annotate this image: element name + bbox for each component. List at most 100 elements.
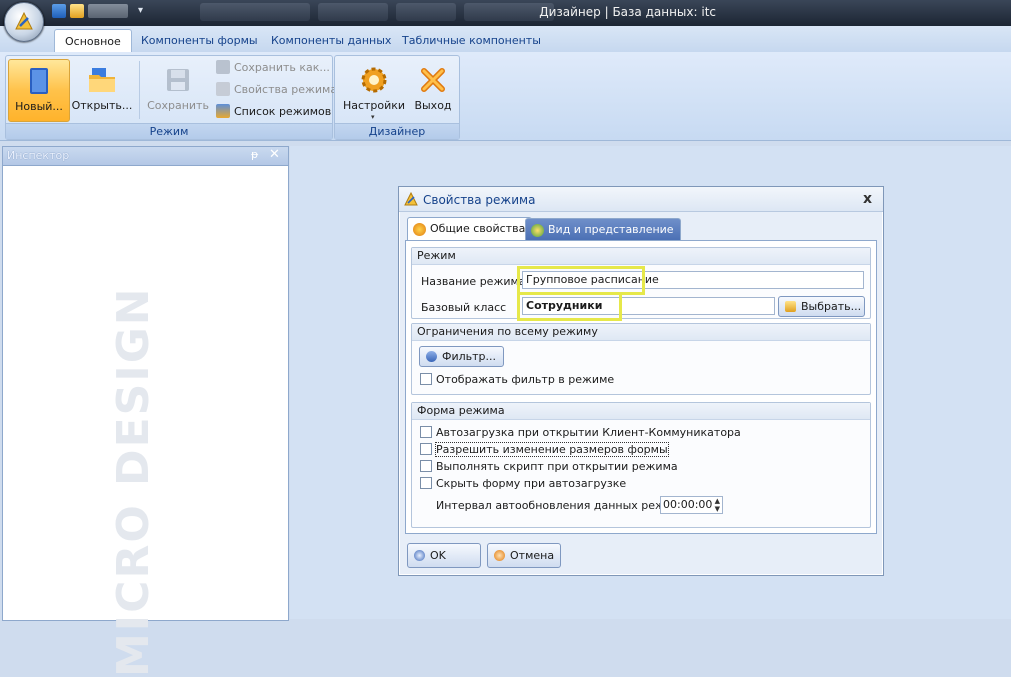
mode-list-button[interactable]: Список режимов bbox=[216, 103, 331, 121]
base-class-label: Базовый класс bbox=[421, 301, 507, 314]
group-designer-label: Дизайнер bbox=[335, 123, 459, 139]
inspector-title: Инспектор bbox=[7, 149, 70, 162]
mode-list-icon bbox=[216, 104, 230, 118]
settings-button[interactable]: Настройки ▾ bbox=[339, 59, 409, 121]
tab-general-properties[interactable]: Общие свойства bbox=[407, 217, 533, 242]
checkbox-box bbox=[420, 477, 432, 489]
group-header: Режим bbox=[412, 248, 870, 265]
customize-arrow-icon[interactable]: ▾ bbox=[138, 4, 148, 18]
checkbox-box bbox=[420, 373, 432, 385]
run-script-checkbox[interactable]: Выполнять скрипт при открытии режима bbox=[420, 460, 678, 474]
exit-button[interactable]: Выход bbox=[411, 59, 455, 120]
app-logo-icon bbox=[15, 11, 33, 30]
dropdown-arrow-icon: ▾ bbox=[371, 113, 375, 121]
cancel-button-label: Отмена bbox=[510, 549, 555, 562]
checkbox-box bbox=[420, 443, 432, 455]
group-header: Ограничения по всему режиму bbox=[412, 324, 870, 341]
open-folder-icon[interactable] bbox=[70, 4, 84, 18]
exit-x-icon bbox=[421, 68, 445, 92]
filter-button-label: Фильтр... bbox=[442, 350, 497, 363]
separator bbox=[139, 61, 140, 119]
hide-form-checkbox[interactable]: Скрыть форму при автозагрузке bbox=[420, 477, 626, 491]
background-window-tab bbox=[396, 3, 456, 21]
ok-icon bbox=[414, 550, 425, 561]
filter-icon bbox=[426, 351, 437, 362]
group-mode-label: Режим bbox=[6, 123, 332, 139]
cancel-icon bbox=[494, 550, 505, 561]
open-button[interactable]: Открыть... bbox=[70, 59, 134, 120]
background-window-tab bbox=[200, 3, 310, 21]
dialog-title-bar: Свойства режима x bbox=[399, 187, 883, 212]
save-as-icon bbox=[216, 60, 230, 74]
interval-label: Интервал автообновления данных режима bbox=[436, 499, 688, 512]
open-button-label: Открыть... bbox=[71, 99, 133, 112]
view-icon bbox=[531, 224, 544, 237]
group-mode-settings: Режим Название режима Групповое расписан… bbox=[411, 247, 871, 321]
inspector-panel: Инспектор ᵽ ✕ MICRO DESIGN bbox=[2, 146, 289, 677]
checkbox-box bbox=[420, 460, 432, 472]
window-title: Дизайнер | База данных: itc bbox=[539, 5, 716, 19]
show-filter-checkbox[interactable]: Отображать фильтр в режиме bbox=[420, 373, 614, 387]
mode-properties-button[interactable]: Свойства режима bbox=[216, 81, 337, 99]
new-document-icon bbox=[30, 68, 48, 94]
new-button[interactable]: Новый... bbox=[8, 59, 70, 122]
choose-button-label: Выбрать... bbox=[801, 300, 862, 313]
checkbox-box bbox=[420, 426, 432, 438]
allow-resize-checkbox[interactable]: Разрешить изменение размеров формы bbox=[420, 442, 669, 457]
tab-table-components[interactable]: Табличные компоненты bbox=[392, 31, 551, 51]
tab-form-components[interactable]: Компоненты формы bbox=[131, 31, 268, 51]
new-icon[interactable] bbox=[52, 4, 66, 18]
properties-icon bbox=[216, 82, 230, 96]
ok-button-label: OK bbox=[430, 549, 446, 562]
allow-resize-label: Разрешить изменение размеров формы bbox=[435, 442, 669, 457]
ribbon: Новый... Открыть... Сохранить Сохранить … bbox=[0, 52, 1011, 141]
ok-button[interactable]: OK bbox=[407, 543, 481, 568]
show-filter-label: Отображать фильтр в режиме bbox=[436, 373, 615, 386]
save-button-label: Сохранить bbox=[147, 99, 209, 112]
autoload-checkbox[interactable]: Автозагрузка при открытии Клиент-Коммуни… bbox=[420, 426, 741, 440]
open-folder-icon bbox=[89, 68, 115, 92]
save-as-button[interactable]: Сохранить как... bbox=[216, 59, 330, 77]
exit-button-label: Выход bbox=[414, 99, 452, 112]
tab-page: Режим Название режима Групповое расписан… bbox=[405, 240, 877, 534]
group-mode: Новый... Открыть... Сохранить Сохранить … bbox=[5, 55, 337, 140]
save-icon[interactable] bbox=[88, 4, 128, 18]
folder-icon bbox=[785, 301, 796, 312]
gear-icon bbox=[413, 223, 426, 236]
mode-name-label: Название режима bbox=[421, 275, 526, 288]
cancel-button[interactable]: Отмена bbox=[487, 543, 561, 568]
settings-button-label: Настройки bbox=[342, 99, 406, 112]
ribbon-tab-row: Основное Компоненты формы Компоненты дан… bbox=[0, 26, 1011, 54]
spinner-arrows-icon[interactable]: ▲ ▼ bbox=[715, 497, 720, 513]
dialog-title: Свойства режима bbox=[423, 193, 536, 207]
title-bar: ▾ Дизайнер | База данных: itc bbox=[0, 0, 1011, 26]
new-button-label: Новый... bbox=[15, 100, 63, 113]
group-mode-limits: Ограничения по всему режиму Фильтр... От… bbox=[411, 323, 871, 395]
filter-button[interactable]: Фильтр... bbox=[419, 346, 504, 367]
highlight-box bbox=[517, 266, 645, 295]
interval-spinner[interactable]: 00:00:00 ▲ ▼ bbox=[660, 496, 723, 514]
tab-data-components[interactable]: Компоненты данных bbox=[261, 31, 401, 51]
background-window-tab bbox=[318, 3, 388, 21]
mode-properties-label: Свойства режима bbox=[234, 83, 338, 96]
watermark: MICRO DESIGN bbox=[108, 286, 159, 677]
tab-general-label: Общие свойства bbox=[430, 222, 526, 235]
group-mode-form: Форма режима Автозагрузка при открытии К… bbox=[411, 402, 871, 528]
hide-form-label: Скрыть форму при автозагрузке bbox=[436, 477, 627, 490]
quick-access-toolbar: ▾ bbox=[52, 4, 148, 22]
close-icon[interactable]: x bbox=[863, 191, 872, 207]
tab-view-presentation[interactable]: Вид и представление bbox=[525, 218, 681, 241]
group-header: Форма режима bbox=[412, 403, 870, 420]
mode-properties-dialog: Свойства режима x Общие свойства Вид и п… bbox=[398, 186, 884, 576]
pin-icon[interactable]: ᵽ bbox=[251, 148, 258, 161]
choose-button[interactable]: Выбрать... bbox=[778, 296, 865, 317]
save-as-label: Сохранить как... bbox=[234, 61, 330, 74]
app-logo-icon bbox=[404, 192, 418, 206]
save-button[interactable]: Сохранить bbox=[146, 59, 210, 120]
close-icon[interactable]: ✕ bbox=[269, 147, 280, 162]
tab-main[interactable]: Основное bbox=[54, 29, 132, 54]
autoload-label: Автозагрузка при открытии Клиент-Коммуни… bbox=[436, 426, 741, 439]
inspector-header: Инспектор ᵽ ✕ bbox=[3, 147, 288, 166]
application-menu-button[interactable] bbox=[4, 2, 44, 42]
run-script-label: Выполнять скрипт при открытии режима bbox=[436, 460, 678, 473]
